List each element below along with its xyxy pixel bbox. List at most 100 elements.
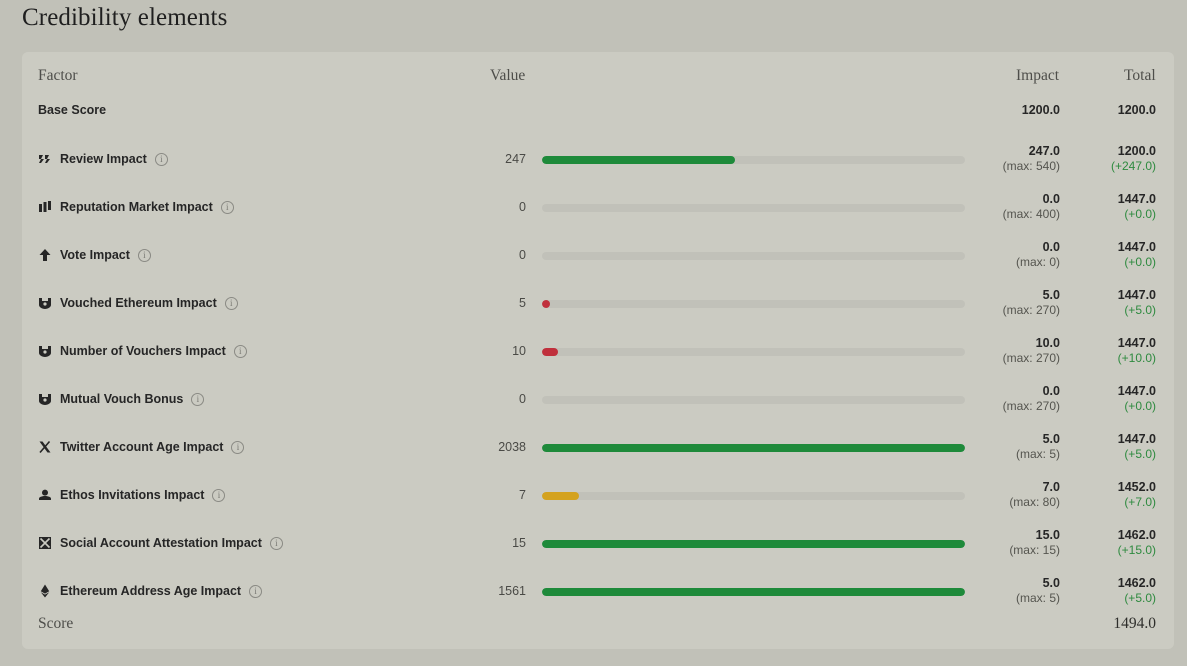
impact-bar <box>542 540 965 548</box>
impact-value: 5.0 <box>1042 432 1060 446</box>
credibility-table: Factor Value Impact Total Base Score 120… <box>22 52 1174 649</box>
impact-bar <box>542 300 965 308</box>
impact-cell: 0.0 (max: 0) <box>1016 240 1060 270</box>
vouch-icon <box>38 392 52 406</box>
impact-bar <box>542 396 965 404</box>
factor-value: 5 <box>519 296 526 310</box>
factor-value: 10 <box>512 344 526 358</box>
info-icon[interactable]: i <box>137 248 151 262</box>
total-cell: 1200.0 (+247.0) <box>1111 144 1156 174</box>
factor-cell: Number of Vouchers Impact i <box>38 336 247 366</box>
invite-icon <box>38 488 52 502</box>
info-icon[interactable]: i <box>233 344 247 358</box>
factor-label: Mutual Vouch Bonus <box>60 392 184 406</box>
impact-value: 5.0 <box>1042 576 1060 590</box>
info-icon[interactable]: i <box>269 536 283 550</box>
info-icon[interactable]: i <box>231 440 245 454</box>
total-delta: (+247.0) <box>1110 159 1156 173</box>
total-value: 1462.0 <box>1117 528 1156 542</box>
impact-bar-fill <box>542 156 735 164</box>
factor-label: Review Impact <box>60 152 147 166</box>
factor-label: Twitter Account Age Impact <box>60 440 224 454</box>
factor-cell: Ethos Invitations Impact i <box>38 480 226 510</box>
total-delta: (+10.0) <box>1117 351 1156 365</box>
impact-value: 15.0 <box>1035 528 1060 542</box>
base-total: 1200.0 <box>1117 103 1156 117</box>
score-value: 1494.0 <box>1113 615 1156 632</box>
impact-cell: 15.0 (max: 15) <box>1009 528 1060 558</box>
impact-bar-fill <box>542 300 550 308</box>
impact-bar <box>542 492 965 500</box>
factor-value: 0 <box>519 392 526 406</box>
factor-value: 0 <box>519 200 526 214</box>
impact-cell: 0.0 (max: 270) <box>1003 384 1060 414</box>
total-delta: (+5.0) <box>1124 447 1156 461</box>
impact-bar-fill <box>542 444 965 452</box>
impact-cell: 5.0 (max: 5) <box>1016 576 1060 606</box>
impact-bar-fill <box>542 348 558 356</box>
info-icon[interactable]: i <box>220 200 234 214</box>
factor-label: Ethereum Address Age Impact <box>60 584 242 598</box>
impact-max: (max: 5) <box>1015 591 1060 605</box>
info-icon[interactable]: i <box>191 392 205 406</box>
base-impact: 1200.0 <box>1021 103 1060 117</box>
factor-value: 0 <box>519 248 526 262</box>
factor-value: 247 <box>505 152 526 166</box>
impact-bar-fill <box>542 540 965 548</box>
factor-value: 1561 <box>498 584 526 598</box>
impact-value: 0.0 <box>1042 384 1060 398</box>
total-value: 1447.0 <box>1117 336 1156 350</box>
impact-max: (max: 270) <box>1002 303 1060 317</box>
factor-cell: Vote Impact i <box>38 240 151 270</box>
total-value: 1447.0 <box>1117 240 1156 254</box>
impact-cell: 5.0 (max: 5) <box>1016 432 1060 462</box>
impact-max: (max: 270) <box>1002 399 1060 413</box>
ethereum-icon <box>38 584 52 598</box>
factor-cell: Twitter Account Age Impact i <box>38 432 245 462</box>
total-value: 1200.0 <box>1117 144 1156 158</box>
factor-label: Number of Vouchers Impact <box>60 344 226 358</box>
total-cell: 1452.0 (+7.0) <box>1118 480 1156 510</box>
impact-bar <box>542 444 965 452</box>
total-value: 1462.0 <box>1117 576 1156 590</box>
total-cell: 1447.0 (+0.0) <box>1118 384 1156 414</box>
factor-label: Ethos Invitations Impact <box>60 488 205 502</box>
impact-bar-fill <box>542 588 965 596</box>
impact-value: 7.0 <box>1042 480 1060 494</box>
info-icon[interactable]: i <box>224 296 238 310</box>
impact-bar <box>542 348 965 356</box>
total-cell: 1447.0 (+0.0) <box>1118 192 1156 222</box>
impact-max: (max: 5) <box>1015 447 1060 461</box>
impact-value: 5.0 <box>1042 288 1060 302</box>
page-title: Credibility elements <box>22 4 228 31</box>
attestation-icon <box>38 536 52 550</box>
impact-bar <box>542 588 965 596</box>
factor-label: Reputation Market Impact <box>60 200 213 214</box>
base-score-label: Base Score <box>38 103 107 117</box>
total-delta: (+5.0) <box>1124 591 1156 605</box>
total-cell: 1447.0 (+10.0) <box>1118 336 1156 366</box>
total-cell: 1447.0 (+5.0) <box>1118 432 1156 462</box>
factor-label: Vouched Ethereum Impact <box>60 296 217 310</box>
total-delta: (+0.0) <box>1124 207 1156 221</box>
info-icon[interactable]: i <box>212 488 226 502</box>
impact-cell: 247.0 (max: 540) <box>1003 144 1060 174</box>
total-value: 1447.0 <box>1117 384 1156 398</box>
x-logo-icon <box>38 440 52 454</box>
total-cell: 1462.0 (+15.0) <box>1118 528 1156 558</box>
factor-cell: Reputation Market Impact i <box>38 192 234 222</box>
info-icon[interactable]: i <box>249 584 263 598</box>
total-value: 1447.0 <box>1117 432 1156 446</box>
total-value: 1447.0 <box>1117 288 1156 302</box>
total-value: 1452.0 <box>1117 480 1156 494</box>
info-icon[interactable]: i <box>154 152 168 166</box>
total-delta: (+5.0) <box>1124 303 1156 317</box>
total-cell: 1447.0 (+5.0) <box>1118 288 1156 318</box>
total-value: 1447.0 <box>1117 192 1156 206</box>
impact-bar-fill <box>542 492 579 500</box>
factor-label: Social Account Attestation Impact <box>60 536 262 550</box>
impact-value: 247.0 <box>1028 144 1060 158</box>
total-delta: (+15.0) <box>1117 543 1156 557</box>
impact-bar <box>542 156 965 164</box>
total-cell: 1447.0 (+0.0) <box>1118 240 1156 270</box>
